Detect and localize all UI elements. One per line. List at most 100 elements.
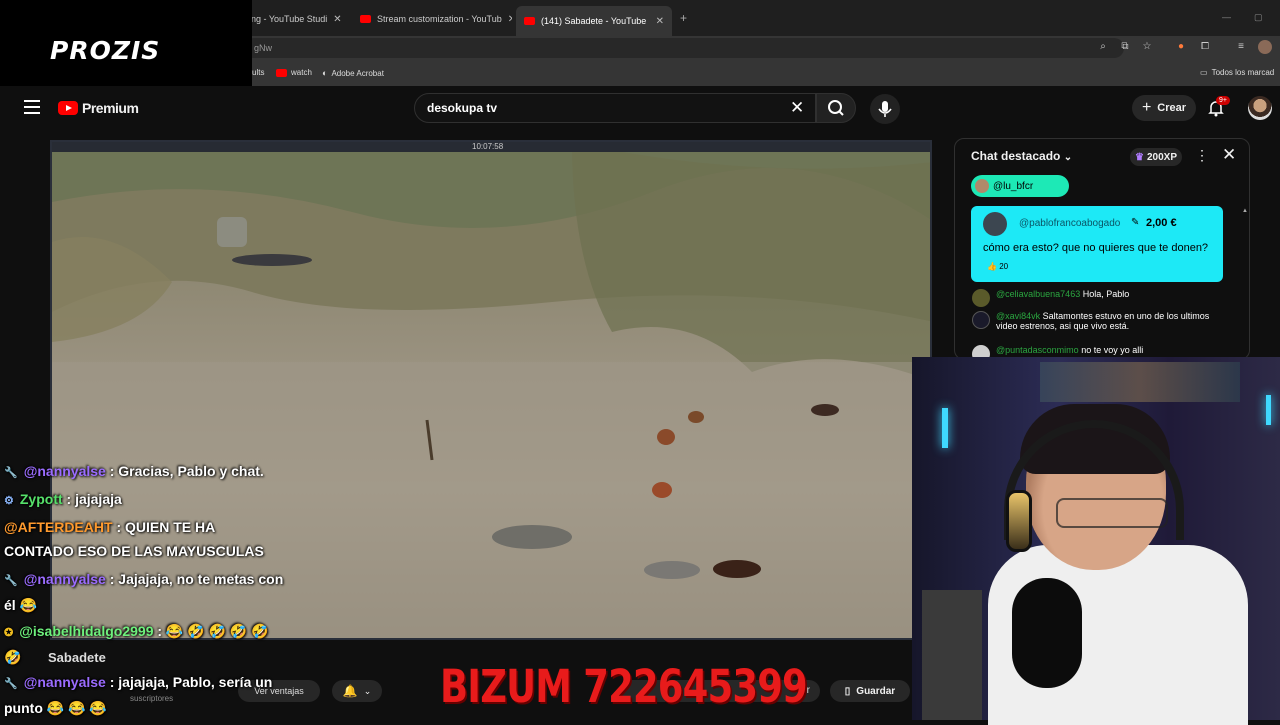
xp-badge[interactable]: ♛ 200XP [1130,148,1182,166]
close-icon[interactable]: ✕ [333,14,341,25]
overlay-chat-message: 🔧 @nannyalse : Jajajaja, no te metas con … [4,567,286,617]
new-tab-icon[interactable]: + [680,11,687,25]
superchat-message: cómo era esto? que no quieres que te don… [983,242,1209,254]
reading-list-icon[interactable]: ≡ [1234,40,1248,54]
star-badge-icon: ✪ [4,627,14,639]
youtube-icon [58,101,78,115]
bookmark-label: watch [291,68,312,77]
search-button[interactable] [816,93,856,123]
bookmark-adobe-acrobat[interactable]: ◐ Adobe Acrobat [322,68,384,78]
folder-icon: ▭ [1200,68,1208,77]
search-input[interactable]: desokupa tv [414,93,816,123]
pinned-user-name: @lu_bfcr [993,180,1034,192]
chat-text: no te voy yo alli [1081,345,1144,355]
hamburger-menu-icon[interactable] [24,100,40,114]
create-label: Crear [1157,102,1187,114]
cast-icon[interactable]: ⧉ [1118,40,1132,54]
bookmark-label: Todos los marcad [1211,68,1275,77]
chat-mode-dropdown[interactable]: Chat destacado ⌄ [971,149,1072,163]
bizum-donation-banner: BIZUM 722645399 [440,660,808,713]
minimize-icon[interactable]: — [1222,12,1231,22]
chat-author: @xavi84vk [996,311,1041,321]
chat-author: @nannyalse [23,463,106,479]
chat-message: @celiavalbuena7463 Hola, Pablo [972,289,1222,307]
tab-label: ning - YouTube Studi [244,14,328,24]
pinned-user-chip[interactable]: @lu_bfcr [971,175,1069,197]
bookmark-label: ults [252,68,265,77]
chat-author: Zypott [19,491,63,507]
wrench-icon: 🔧 [4,467,18,479]
bookmark-item[interactable]: ults [252,68,264,77]
puzzle-icon[interactable]: ⧠ [1198,40,1212,54]
more-options-icon[interactable]: ⋮ [1195,147,1209,164]
url-text: gNw [254,43,273,53]
save-button[interactable]: ▯ Guardar [830,680,910,702]
superchat-amount: 2,00 € [1146,217,1177,229]
save-label: Guardar [856,685,896,697]
url-field[interactable]: gNw [244,38,1124,58]
chat-author: @nannyalse [23,571,106,587]
webcam-shelf [1040,362,1240,402]
clear-search-icon[interactable]: ✕ [790,98,804,118]
chat-scroll-up-icon[interactable]: ▲ [1242,208,1248,214]
notification-count-badge: 9+ [1216,96,1230,105]
voice-search-button[interactable] [870,94,900,124]
headphone-earcup [1006,490,1032,552]
extension-icon[interactable]: ● [1174,40,1188,54]
maximize-icon[interactable]: ▢ [1254,12,1263,23]
zoom-icon[interactable]: ⌕ [1096,40,1110,54]
youtube-premium-logo[interactable]: Premium [58,100,139,116]
chat-text: : Gracias, Pablo y chat. [109,463,264,479]
microphone-icon [878,101,892,117]
bookmark-watch[interactable]: watch [276,68,312,77]
chevron-down-icon: ⌄ [1063,152,1073,163]
youtube-icon [276,68,287,77]
prozis-logo: PROZIS [50,36,161,65]
superchat-likes[interactable]: 👍 20 [987,262,1008,271]
tab-stream-customization[interactable]: Stream customization - YouTub ✕ [352,8,512,30]
close-chat-icon[interactable]: ✕ [1222,145,1236,165]
overlay-chat-message: 🔧 @nannyalse : Gracias, Pablo y chat. [4,459,286,485]
account-avatar[interactable] [1248,96,1272,120]
video-timestamp: 10:07:58 [472,142,504,151]
superchat-author: @pablofrancoabogado [1019,218,1121,229]
close-icon[interactable]: ✕ [508,14,512,25]
create-button[interactable]: + Crear [1132,95,1196,121]
tab-studio[interactable]: ning - YouTube Studi ✕ [236,8,348,30]
search-value: desokupa tv [427,101,498,115]
tab-sabadete[interactable]: (141) Sabadete - YouTube ✕ [516,6,672,36]
subscription-bell-button[interactable]: 🔔 ⌄ [332,680,382,702]
chat-author: @puntadasconmimo [996,345,1079,355]
microphone [1012,578,1082,688]
video-top-bar: 10:07:58 [52,142,930,152]
superchat-card[interactable]: @pablofrancoabogado ✎ 2,00 € cómo era es… [971,206,1223,282]
chat-author: @isabelhidalgo2999 [19,623,154,639]
avatar [972,311,990,329]
bookmark-icon: ▯ [844,685,851,697]
wrench-icon: 🔧 [4,678,18,690]
bookmark-star-icon[interactable]: ☆ [1140,40,1154,54]
tab-label: Stream customization - YouTub [377,14,502,24]
video-player[interactable] [50,140,932,640]
plus-icon: + [1141,99,1152,116]
chat-title: Chat destacado [971,149,1061,163]
chat-author: @nannyalse [23,674,106,690]
avatar [975,179,989,193]
avatar [972,289,990,307]
xp-value: 200XP [1146,151,1177,163]
overlay-chat-message: ✪ @isabelhidalgo2999 : 😂 🤣 🤣 🤣 🤣 🤣 [4,619,286,669]
overlay-chat-message: 🔧 @nannyalse : jajajaja, Pablo, sería un … [4,670,286,720]
thumbs-up-icon: 👍 [987,262,997,271]
webcam-led-light [942,408,948,448]
verified-icon: ✎ [1131,217,1140,228]
profile-icon[interactable] [1258,40,1272,54]
like-count: 20 [999,262,1009,271]
chat-author: @celiavalbuena7463 [996,289,1081,299]
all-bookmarks-folder[interactable]: ▭ Todos los marcad [1200,68,1274,77]
video-frame [52,142,930,638]
overlay-chat-message: @AFTERDEAHT : QUIEN TE HA CONTADO ESO DE… [4,515,286,563]
overlay-chat-message: ⚙ Zypott : jajajaja [4,487,286,513]
chat-message: @xavi84vk Saltamontes estuvo en uno de l… [972,311,1222,331]
crown-icon: ♛ [1135,151,1144,163]
close-icon[interactable]: ✕ [656,16,664,27]
